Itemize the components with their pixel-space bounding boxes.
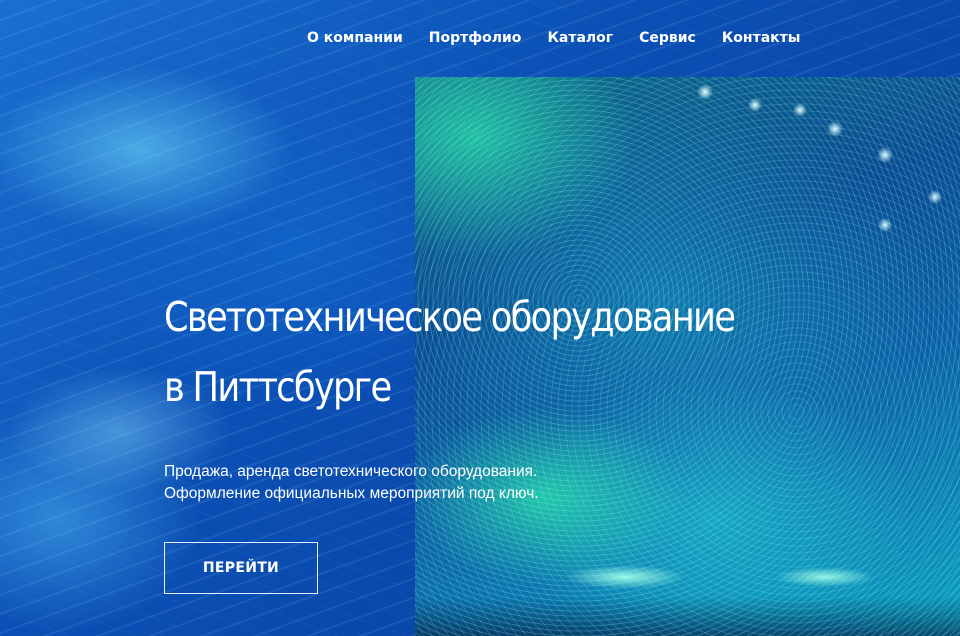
hero-title: Светотехническое оборудование в Питтсбур… — [164, 282, 749, 422]
nav-item-catalog[interactable]: Каталог — [547, 30, 613, 46]
main-nav: О компании Портфолио Каталог Сервис Конт… — [307, 30, 800, 46]
hero-subtitle: Продажа, аренда светотехнического оборуд… — [164, 461, 539, 505]
go-button[interactable]: ПЕРЕЙТИ — [164, 542, 318, 594]
nav-item-service[interactable]: Сервис — [639, 30, 696, 46]
hero-subtitle-line-2: Оформление официальных мероприятий под к… — [164, 485, 539, 502]
nav-item-contacts[interactable]: Контакты — [722, 30, 801, 46]
hero-title-line-1: Светотехническое оборудование — [164, 293, 736, 341]
nav-item-about[interactable]: О компании — [307, 30, 403, 46]
nav-item-portfolio[interactable]: Портфолио — [429, 30, 522, 46]
hero-title-line-2: в Питтсбурге — [164, 363, 392, 411]
stage-truss — [415, 596, 960, 636]
hero-subtitle-line-1: Продажа, аренда светотехнического оборуд… — [164, 463, 538, 480]
